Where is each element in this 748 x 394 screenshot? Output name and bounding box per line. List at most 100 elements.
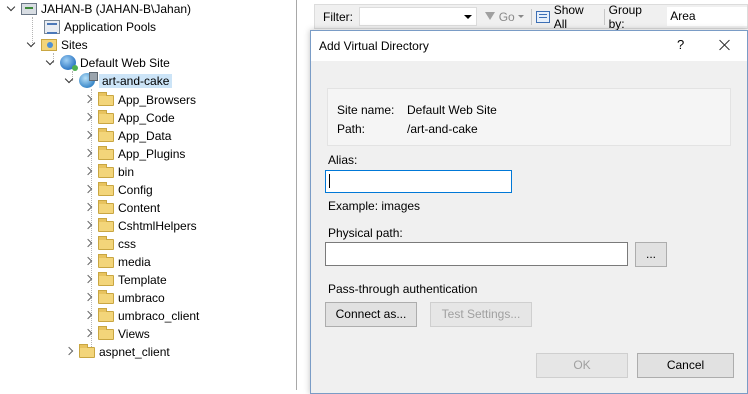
expand-icon[interactable] [83, 311, 93, 321]
folder-icon [98, 236, 114, 250]
dialog-title: Add Virtual Directory [319, 39, 429, 53]
expand-icon[interactable] [83, 167, 93, 177]
toolbar-separator [530, 8, 532, 25]
tree-item-label: CshtmlHelpers [118, 218, 197, 233]
tree-item-label: aspnet_client [99, 344, 170, 359]
path-label: Path: [337, 122, 366, 136]
tree-item-aspnet-client[interactable]: aspnet_client [64, 343, 170, 360]
connect-as-button[interactable]: Connect as... [325, 302, 417, 327]
folder-icon [98, 254, 114, 268]
show-all-label: Show All [553, 2, 584, 31]
tree-item-label: umbraco_client [118, 308, 200, 323]
help-button[interactable]: ? [677, 37, 684, 52]
go-button[interactable]: Go [484, 9, 515, 24]
website-globe-icon [60, 55, 78, 71]
site-info-box: Site name: Default Web Site Path: /art-a… [327, 88, 731, 146]
folder-icon [98, 290, 114, 304]
tree-item-label: App_Code [118, 110, 175, 125]
tree-item-css[interactable]: css [83, 235, 136, 252]
cancel-button[interactable]: Cancel [637, 353, 734, 378]
folder-icon [98, 182, 114, 196]
tree-item-media[interactable]: media [83, 253, 151, 270]
tree-item-label: App_Data [118, 128, 172, 143]
app-pools-icon [44, 19, 60, 34]
filter-label: Filter: [323, 9, 353, 24]
collapse-icon[interactable] [6, 4, 16, 14]
tree-item-app-plugins[interactable]: App_Plugins [83, 145, 185, 162]
physical-path-input[interactable] [325, 242, 628, 266]
tree-item-label: Application Pools [64, 19, 157, 34]
tree-item-app-browsers[interactable]: App_Browsers [83, 91, 196, 108]
group-by-select[interactable]: Area [667, 7, 747, 26]
expand-icon[interactable] [83, 203, 93, 213]
tree-item-config[interactable]: Config [83, 181, 153, 198]
expand-icon[interactable] [83, 239, 93, 249]
close-icon[interactable] [716, 37, 736, 53]
tree-item-label: media [118, 254, 151, 269]
sites-folder-icon [41, 38, 57, 51]
browse-button[interactable]: ... [635, 242, 667, 267]
connections-tree[interactable]: JAHAN-B (JAHAN-B\Jahan) Application Pool… [0, 0, 297, 390]
go-label: Go [498, 9, 515, 24]
expand-icon[interactable] [83, 131, 93, 141]
expand-icon[interactable] [83, 275, 93, 285]
tree-item-umbraco[interactable]: umbraco [83, 289, 165, 306]
tree-item-views[interactable]: Views [83, 325, 150, 342]
expand-icon[interactable] [83, 329, 93, 339]
folder-icon [79, 344, 95, 358]
tree-item-server[interactable]: JAHAN-B (JAHAN-B\Jahan) [6, 0, 191, 17]
tree-item-label: JAHAN-B (JAHAN-B\Jahan) [41, 1, 192, 16]
alias-input[interactable] [325, 170, 512, 193]
filter-input[interactable] [359, 7, 477, 26]
expand-icon[interactable] [83, 221, 93, 231]
folder-icon [98, 308, 114, 322]
ok-button[interactable]: OK [536, 353, 628, 378]
funnel-icon [484, 11, 495, 22]
expand-icon[interactable] [83, 149, 93, 159]
tree-item-cshtmlhelpers[interactable]: CshtmlHelpers [83, 217, 197, 234]
folder-icon [98, 200, 114, 214]
tree-item-umbraco-client[interactable]: umbraco_client [83, 307, 199, 324]
application-icon [79, 72, 98, 88]
folder-icon [98, 164, 114, 178]
path-value: /art-and-cake [407, 122, 478, 136]
expand-icon[interactable] [83, 293, 93, 303]
alias-example: Example: images [328, 199, 421, 213]
tree-item-content[interactable]: Content [83, 199, 160, 216]
test-settings-button[interactable]: Test Settings... [430, 302, 532, 327]
tree-item-app-code[interactable]: App_Code [83, 109, 175, 126]
tree-item-art-and-cake[interactable]: art-and-cake [64, 72, 173, 89]
tree-item-label: App_Browsers [118, 92, 197, 107]
collapse-icon[interactable] [45, 58, 55, 68]
show-all-button[interactable]: Show All [535, 2, 600, 31]
pass-through-label: Pass-through authentication [328, 282, 478, 296]
tree-item-template[interactable]: Template [83, 271, 167, 288]
tree-item-label: Default Web Site [80, 55, 170, 70]
tree-item-sites[interactable]: Sites [26, 36, 88, 53]
expand-icon[interactable] [83, 257, 93, 267]
expand-icon[interactable] [83, 185, 93, 195]
show-all-icon [535, 10, 550, 23]
expand-icon[interactable] [64, 347, 74, 357]
collapse-icon[interactable] [26, 40, 36, 50]
features-toolbar: Filter: Go Show All Group by: Area [314, 2, 748, 31]
folder-icon [98, 272, 114, 286]
tree-item-application-pools[interactable]: Application Pools [44, 18, 156, 35]
site-name-label: Site name: [337, 103, 395, 117]
text-caret [329, 174, 330, 188]
tree-item-bin[interactable]: bin [83, 163, 134, 180]
folder-icon [98, 110, 114, 124]
tree-item-default-web-site[interactable]: Default Web Site [45, 54, 170, 71]
folder-icon [98, 326, 114, 340]
alias-label: Alias: [328, 153, 358, 167]
expand-icon[interactable] [83, 95, 93, 105]
tree-item-label: Config [118, 182, 153, 197]
tree-item-label: Template [118, 272, 167, 287]
folder-icon [98, 218, 114, 232]
collapse-icon[interactable] [64, 76, 74, 86]
go-dropdown-icon[interactable] [517, 15, 524, 18]
expand-icon[interactable] [83, 113, 93, 123]
group-by-label: Group by: [608, 2, 642, 31]
toolbar-separator [603, 8, 605, 25]
tree-item-app-data[interactable]: App_Data [83, 127, 171, 144]
